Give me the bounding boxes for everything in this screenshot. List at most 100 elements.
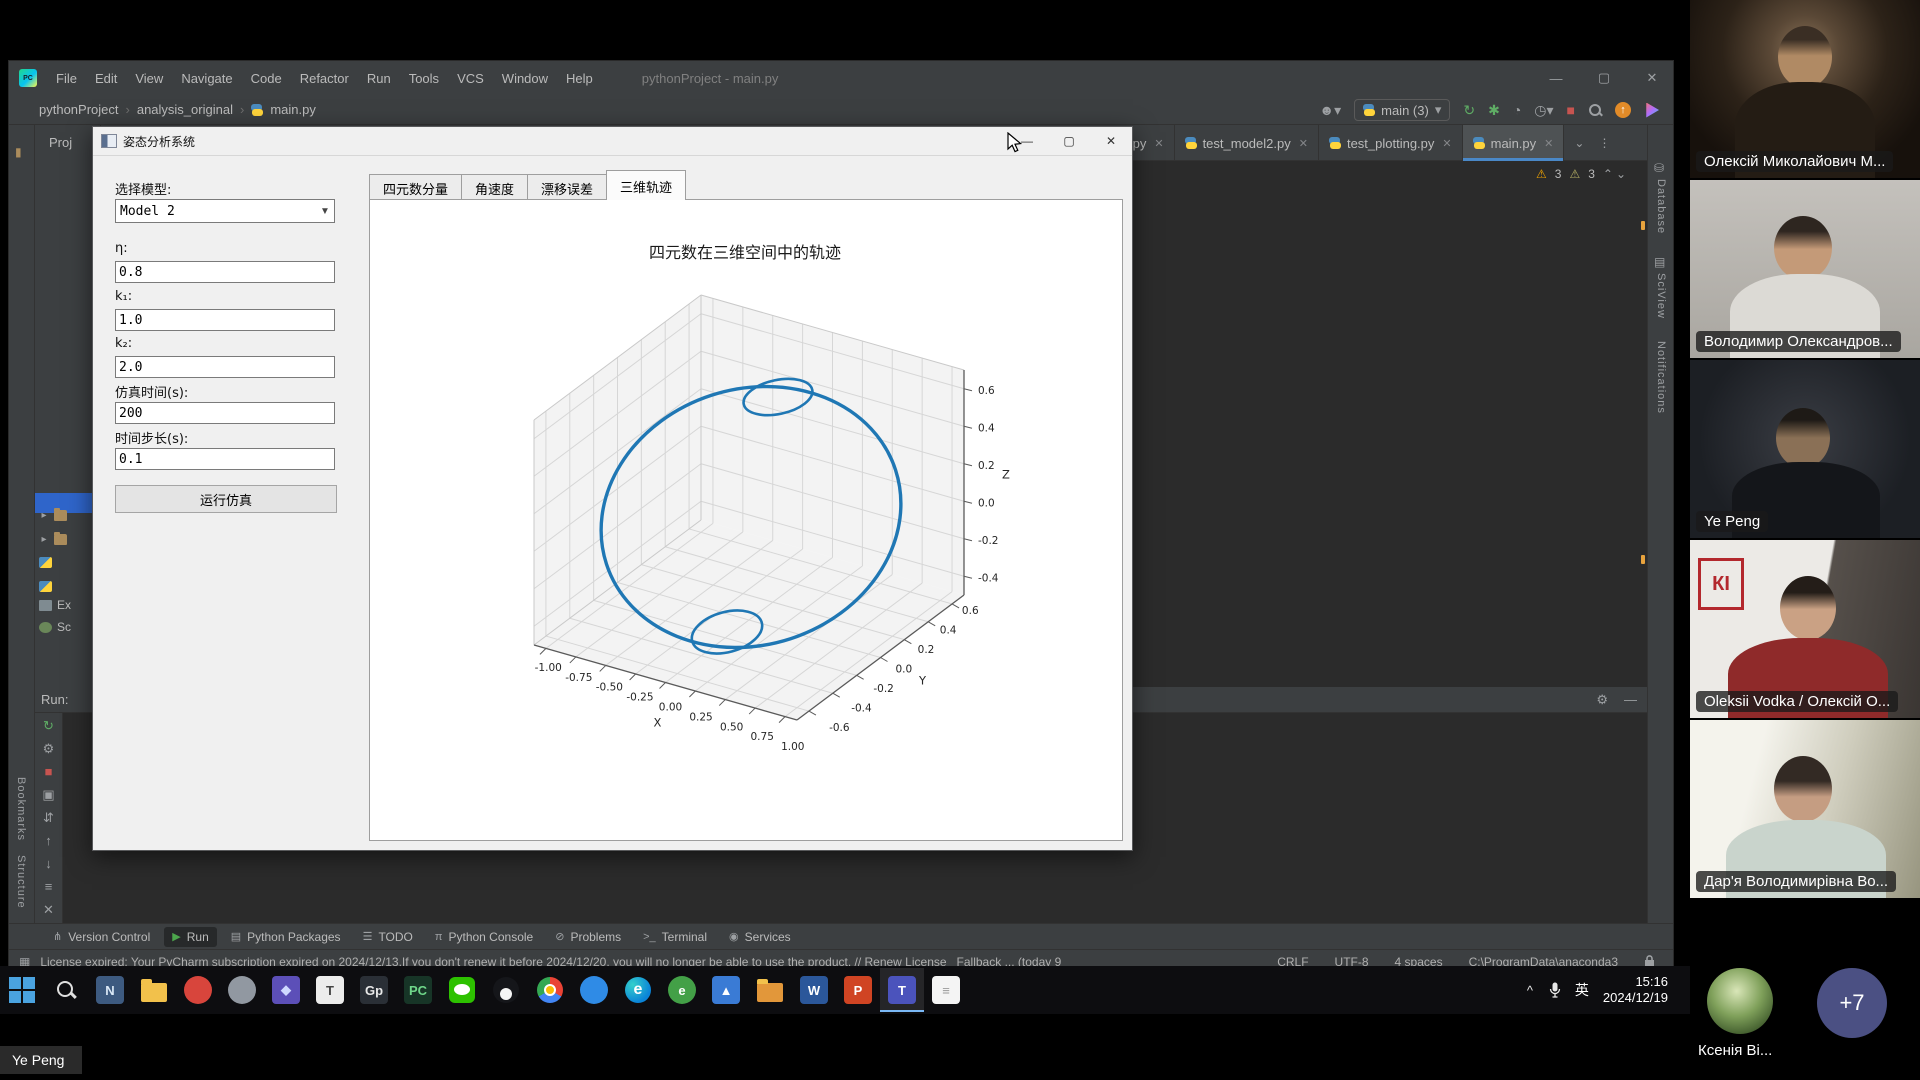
database-icon[interactable]: ⛁: [1654, 161, 1668, 175]
project-folder-icon[interactable]: ▮: [15, 145, 29, 159]
hidden-icons-chevron[interactable]: ^: [1525, 983, 1535, 998]
history-icon[interactable]: ◷▾: [1534, 102, 1553, 119]
microphone-icon[interactable]: [1549, 982, 1561, 998]
profile-icon[interactable]: ◔: [1513, 102, 1521, 118]
run-icon[interactable]: ↻: [1463, 102, 1475, 119]
toolstripe-bookmarks[interactable]: Bookmarks: [15, 777, 27, 841]
inspections-widget[interactable]: ⚠ 3 ⚠ 3 ⌃⌄: [1536, 167, 1629, 181]
app-photos[interactable]: ▲: [704, 968, 748, 1012]
app-close-button[interactable]: ✕: [1090, 127, 1132, 155]
toolwindow-todo[interactable]: ☰TODO: [355, 927, 421, 947]
breadcrumb[interactable]: pythonProject›analysis_original›main.py: [39, 102, 316, 117]
participant-tile[interactable]: Дар'я Володимирівна Во...: [1690, 720, 1920, 898]
menu-file[interactable]: File: [47, 67, 86, 90]
toolwindow-version-control[interactable]: ⋔Version Control: [45, 927, 158, 947]
app-notepad[interactable]: N: [88, 968, 132, 1012]
taskbar-clock[interactable]: 15:16 2024/12/19: [1603, 974, 1668, 1006]
ime-indicator[interactable]: 英: [1575, 980, 1589, 1000]
app-minimize-button[interactable]: —: [1006, 127, 1048, 155]
app-tab-三维轨迹[interactable]: 三维轨迹: [606, 170, 686, 200]
tabs-options-icon[interactable]: ⋮: [1598, 136, 1610, 150]
maximize-button[interactable]: ▢: [1597, 70, 1611, 86]
search-everywhere-icon[interactable]: [1588, 103, 1602, 117]
sim-time-field[interactable]: [115, 402, 335, 424]
toolstripe-structure[interactable]: Structure: [15, 855, 27, 909]
toolstripe-database[interactable]: Database: [1655, 179, 1667, 234]
app-chrome[interactable]: [528, 968, 572, 1012]
tree-row[interactable]: [39, 552, 52, 572]
model-select-combobox[interactable]: Model 2 ▼: [115, 199, 335, 223]
app-t-light[interactable]: T: [308, 968, 352, 1012]
scroll-to-end-icon[interactable]: ⇵: [43, 811, 54, 825]
breadcrumb-item[interactable]: analysis_original: [137, 102, 233, 117]
app-pycharm[interactable]: PC: [396, 968, 440, 1012]
pin-icon[interactable]: ▣: [42, 788, 54, 802]
app-blue-circle[interactable]: [572, 968, 616, 1012]
menu-run[interactable]: Run: [358, 67, 400, 90]
next-prev-warning-arrows[interactable]: ⌃⌄: [1603, 167, 1629, 181]
up-icon[interactable]: ↑: [45, 834, 52, 848]
tree-row[interactable]: [39, 576, 52, 596]
tree-row[interactable]: Ex: [39, 595, 71, 615]
app-gray-circle[interactable]: [220, 968, 264, 1012]
app-gp[interactable]: Gp: [352, 968, 396, 1012]
app-explorer[interactable]: [132, 968, 176, 1012]
breadcrumb-item[interactable]: main.py: [270, 102, 316, 117]
toolwindow-terminal[interactable]: >_Terminal: [635, 927, 715, 947]
editor-tab-test-plotting-py[interactable]: test_plotting.py✕: [1319, 125, 1463, 161]
tree-row[interactable]: Sc: [39, 617, 71, 637]
close-icon[interactable]: ✕: [1544, 137, 1553, 150]
menu-code[interactable]: Code: [242, 67, 291, 90]
close-icon[interactable]: ✕: [1442, 137, 1451, 150]
k1-field[interactable]: [115, 309, 335, 331]
tree-row[interactable]: ▸: [39, 505, 67, 525]
error-stripe-mark[interactable]: [1641, 221, 1645, 230]
app-titlebar[interactable]: 姿态分析系统 — ▢ ✕: [93, 127, 1132, 156]
ide-logo-icon[interactable]: [1644, 103, 1659, 118]
toolwindow-run[interactable]: ▶Run: [164, 927, 216, 947]
app-red-circle[interactable]: [176, 968, 220, 1012]
stop-icon[interactable]: ■: [1567, 102, 1575, 118]
participant-tile[interactable]: Володимир Олександров...: [1690, 180, 1920, 358]
soft-wrap-icon[interactable]: ≡: [45, 880, 53, 894]
app-maximize-button[interactable]: ▢: [1048, 127, 1090, 155]
app-green-e[interactable]: e: [660, 968, 704, 1012]
rerun-icon[interactable]: ↻: [43, 719, 54, 733]
app-tab-角速度[interactable]: 角速度: [461, 174, 528, 200]
sciview-icon[interactable]: ▤: [1654, 255, 1668, 269]
toolstripe-notifications[interactable]: Notifications: [1655, 341, 1667, 414]
k2-field[interactable]: [115, 356, 335, 378]
editor-tab-test-model2-py[interactable]: test_model2.py✕: [1175, 125, 1319, 161]
user-icon[interactable]: ☻▾: [1319, 102, 1341, 119]
close-button[interactable]: ✕: [1645, 70, 1659, 86]
clear-icon[interactable]: ✕: [43, 903, 54, 917]
menu-window[interactable]: Window: [493, 67, 557, 90]
participant-tile[interactable]: Олексій Миколайович М...: [1690, 0, 1920, 178]
menu-navigate[interactable]: Navigate: [172, 67, 241, 90]
gear-icon[interactable]: ⚙: [1596, 692, 1608, 708]
tabs-list-chevron-icon[interactable]: ⌄: [1574, 136, 1584, 150]
app-teams[interactable]: T: [880, 968, 924, 1012]
menu-help[interactable]: Help: [557, 67, 602, 90]
app-word[interactable]: W: [792, 968, 836, 1012]
toolwindow-problems[interactable]: ⊘Problems: [547, 927, 629, 947]
app-notes[interactable]: ≡: [924, 968, 968, 1012]
editor-tab-main-py[interactable]: main.py✕: [1463, 125, 1565, 161]
debug-icon[interactable]: ✱: [1488, 102, 1500, 119]
start-button[interactable]: [0, 968, 44, 1012]
more-participants-badge[interactable]: +7: [1817, 968, 1887, 1038]
menu-edit[interactable]: Edit: [86, 67, 126, 90]
hide-icon[interactable]: —: [1624, 692, 1637, 708]
close-icon[interactable]: ✕: [1154, 137, 1163, 150]
eta-field[interactable]: [115, 261, 335, 283]
time-step-field[interactable]: [115, 448, 335, 470]
menu-tools[interactable]: Tools: [400, 67, 448, 90]
menu-refactor[interactable]: Refactor: [291, 67, 358, 90]
run-config-selector[interactable]: main (3)▾: [1354, 99, 1450, 121]
toolwindow-services[interactable]: ◉Services: [721, 927, 799, 947]
app-edge[interactable]: e: [616, 968, 660, 1012]
minimize-button[interactable]: —: [1549, 71, 1563, 86]
error-stripe-mark[interactable]: [1641, 555, 1645, 564]
stop-icon[interactable]: ■: [45, 765, 53, 779]
app-powerpoint[interactable]: P: [836, 968, 880, 1012]
